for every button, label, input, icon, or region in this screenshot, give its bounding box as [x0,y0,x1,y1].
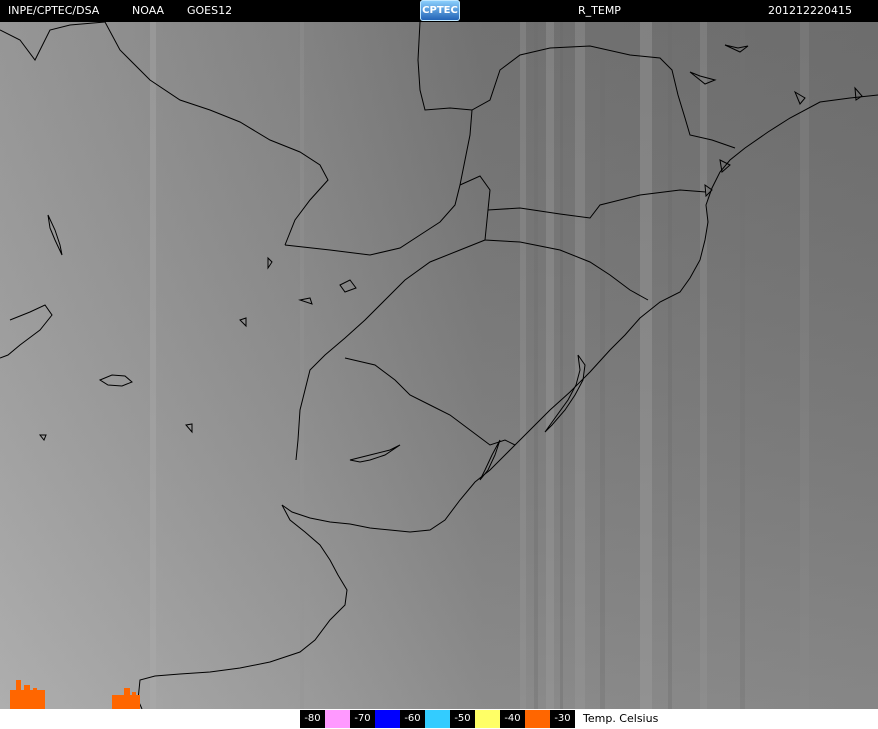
agency-label: NOAA [132,4,165,17]
product-label: R_TEMP [578,4,621,17]
legend-label-3: -60 [400,710,425,728]
legend-units: Temp. Celsius [583,712,659,725]
legend-label-1: -80 [300,710,325,728]
header-bar: INPE/CPTEC/DSA NOAA GOES12 CPTEC R_TEMP … [0,0,878,22]
legend-swatch-2 [375,710,400,728]
legend-label-6: -30 [550,710,575,728]
satellite-label: GOES12 [187,4,233,17]
image-shading [0,22,878,709]
source-label: INPE/CPTEC/DSA [8,4,100,17]
timestamp-label: 201212220415 [768,4,852,17]
legend-swatch-1 [325,710,350,728]
color-legend: -80 -70 -60 -50 -40 -30 Temp. Celsius [0,709,878,729]
legend-label-4: -50 [450,710,475,728]
legend-swatch-3 [425,710,450,728]
cptec-logo: CPTEC [420,0,460,21]
legend-swatch-5 [525,710,550,728]
legend-swatch-4 [475,710,500,728]
legend-label-2: -70 [350,710,375,728]
legend-label-5: -40 [500,710,525,728]
satellite-image [0,22,878,709]
